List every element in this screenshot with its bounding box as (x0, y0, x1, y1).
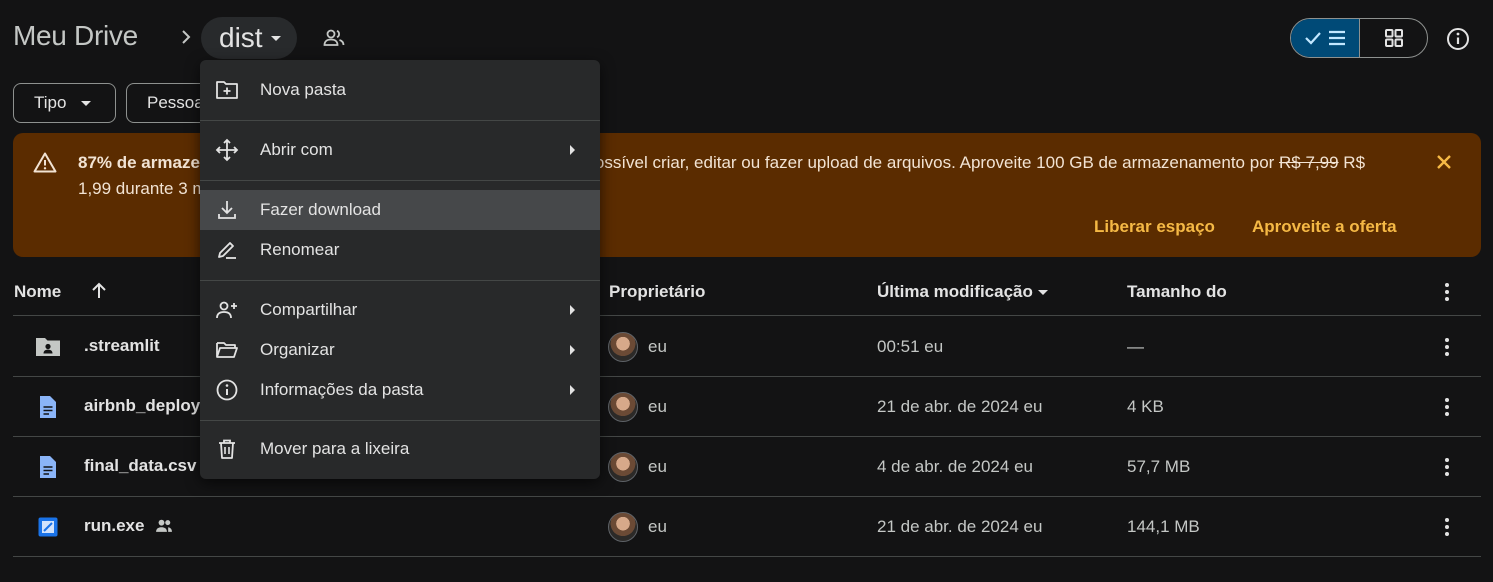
owner-text: eu (648, 457, 667, 476)
breadcrumb-current-folder[interactable]: dist (201, 17, 297, 59)
file-name-text: run.exe (84, 516, 145, 535)
grid-icon (1384, 29, 1403, 47)
menu-divider (200, 420, 600, 421)
file-name-text: .streamlit (84, 336, 160, 355)
more-vert-icon[interactable] (1435, 395, 1459, 419)
chevron-right-icon (182, 30, 191, 44)
menu-item-open-with[interactable]: Abrir com (200, 130, 600, 170)
column-name-header[interactable]: Nome (14, 282, 61, 302)
menu-item-organize[interactable]: Organizar (200, 330, 600, 370)
menu-divider (200, 120, 600, 121)
grid-view-button[interactable] (1359, 19, 1427, 57)
details-info-icon[interactable] (1445, 26, 1471, 52)
file-name: final_data.csv (84, 456, 196, 476)
menu-item-label: Nova pasta (260, 80, 346, 99)
menu-item-label: Organizar (260, 340, 335, 359)
menu-item-download[interactable]: Fazer download (200, 190, 600, 230)
list-view-button[interactable] (1291, 19, 1359, 57)
menu-item-label: Fazer download (260, 200, 381, 219)
menu-item-label: Abrir com (260, 140, 333, 159)
filter-type-label: Tipo (34, 93, 67, 112)
size-text: 4 KB (1127, 397, 1164, 416)
avatar (608, 512, 638, 542)
modified-text: 21 de abr. de 2024 eu (877, 397, 1043, 416)
more-vert-icon[interactable] (1435, 280, 1459, 304)
menu-item-share[interactable]: Compartilhar (200, 290, 600, 330)
owner-text: eu (648, 337, 667, 356)
more-vert-icon[interactable] (1435, 515, 1459, 539)
modified-text: 4 de abr. de 2024 eu (877, 457, 1033, 476)
menu-item-label: Informações da pasta (260, 380, 424, 399)
shared-people-icon (156, 519, 173, 532)
get-offer-link[interactable]: Aproveite a oferta (1252, 217, 1397, 237)
download-icon (218, 201, 236, 219)
menu-item-label: Renomear (260, 240, 340, 259)
submenu-arrow-icon (570, 385, 575, 395)
submenu-arrow-icon (570, 345, 575, 355)
menu-item-rename[interactable]: Renomear (200, 230, 600, 270)
breadcrumb-root[interactable]: Meu Drive (13, 20, 138, 52)
menu-item-label: Compartilhar (260, 300, 358, 319)
table-row[interactable]: run.exe eu 21 de abr. de 2024 eu 144,1 M… (13, 497, 1481, 557)
banner-old-price: R$ 7,99 (1279, 153, 1339, 172)
avatar (608, 452, 638, 482)
warning-icon (33, 152, 57, 173)
size-text: 144,1 MB (1127, 517, 1200, 536)
owner-text: eu (648, 517, 667, 536)
avatar (608, 332, 638, 362)
filter-type-chip[interactable]: Tipo (13, 83, 116, 123)
doc-file-icon (40, 456, 56, 478)
menu-divider (200, 280, 600, 281)
trash-icon (219, 439, 235, 459)
submenu-arrow-icon (570, 305, 575, 315)
check-icon (1305, 32, 1321, 45)
exe-file-icon (38, 517, 58, 537)
caret-down-icon (81, 101, 92, 106)
owner-text: eu (648, 397, 667, 416)
submenu-arrow-icon (570, 145, 575, 155)
menu-item-new-folder[interactable]: Nova pasta (200, 70, 600, 110)
doc-file-icon (40, 396, 56, 418)
new-folder-icon (216, 81, 238, 99)
folder-context-menu: Nova pasta Abrir com Fazer download Reno… (200, 60, 600, 479)
arrow-up-icon[interactable] (88, 280, 110, 302)
menu-item-folder-info[interactable]: Informações da pasta (200, 370, 600, 410)
list-icon (1329, 30, 1345, 46)
caret-down-icon (270, 36, 281, 41)
shared-people-icon[interactable] (322, 26, 346, 50)
size-text: 57,7 MB (1127, 457, 1191, 476)
caret-down-icon (1037, 290, 1048, 295)
more-vert-icon[interactable] (1435, 335, 1459, 359)
organize-icon (216, 342, 238, 358)
file-name: run.exe (84, 516, 174, 536)
column-size-header[interactable]: Tamanho do (1127, 282, 1227, 302)
column-modified-header[interactable]: Última modificação (877, 282, 1049, 302)
file-name-text: final_data.csv (84, 456, 197, 475)
more-vert-icon[interactable] (1435, 455, 1459, 479)
size-text: — (1127, 337, 1144, 356)
modified-text: 00:51 eu (877, 337, 944, 356)
menu-divider (200, 180, 600, 181)
free-space-link[interactable]: Liberar espaço (1094, 217, 1215, 237)
close-icon[interactable] (1432, 150, 1456, 174)
current-folder-label: dist (219, 22, 263, 53)
share-icon (216, 301, 237, 319)
file-name: .streamlit (84, 336, 160, 356)
avatar (608, 392, 638, 422)
modified-text: 21 de abr. de 2024 eu (877, 517, 1043, 536)
open-with-icon (215, 138, 239, 162)
menu-item-label: Mover para a lixeira (260, 439, 410, 458)
column-modified-label: Última modificação (877, 282, 1033, 301)
drive-page: Meu Drive dist Tipo Pessoas 87% de Quand… (0, 0, 1493, 582)
info-icon (216, 379, 238, 401)
column-owner-header[interactable]: Proprietário (609, 282, 705, 302)
menu-item-move-to-trash[interactable]: Mover para a lixeira (200, 429, 600, 469)
rename-icon (218, 242, 236, 259)
shared-folder-icon (36, 338, 60, 356)
view-toggle (1290, 18, 1428, 58)
